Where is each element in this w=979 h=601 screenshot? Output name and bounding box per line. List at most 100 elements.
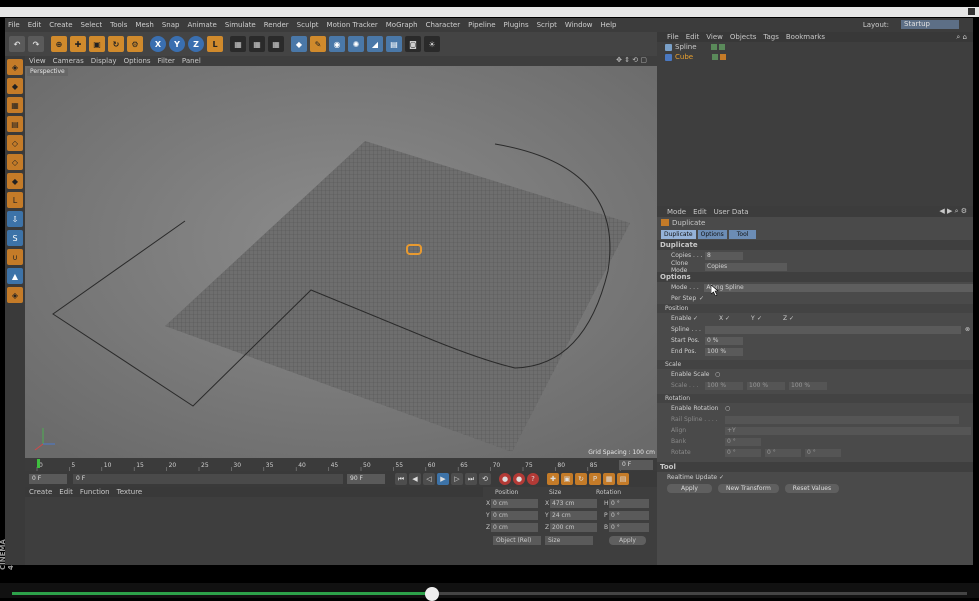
- render-view-icon[interactable]: ▦: [230, 36, 246, 52]
- viewport-menu-panel[interactable]: Panel: [182, 57, 201, 65]
- key-scale-icon[interactable]: ▣: [561, 473, 573, 485]
- spline-link-field[interactable]: [705, 325, 961, 334]
- light-icon[interactable]: ☀: [424, 36, 440, 52]
- coordinate-mode-dropdown[interactable]: Object (Rel): [493, 535, 541, 545]
- rotation-subsection[interactable]: Rotation: [657, 394, 973, 403]
- material-menu-function[interactable]: Function: [80, 488, 110, 496]
- playhead[interactable]: [37, 459, 40, 468]
- rotation-p-field[interactable]: 0 °: [609, 510, 649, 520]
- points-mode-icon[interactable]: ◇: [7, 135, 23, 151]
- enable-rotation-checkbox[interactable]: ○: [725, 405, 730, 412]
- enable-scale-checkbox[interactable]: ○: [715, 371, 720, 378]
- recent-tool-icon[interactable]: ⚙: [127, 36, 143, 52]
- position-subsection[interactable]: Position: [657, 304, 973, 313]
- menu-simulate[interactable]: Simulate: [225, 21, 256, 29]
- menu-character[interactable]: Character: [426, 21, 461, 29]
- workplane-icon[interactable]: ▤: [7, 116, 23, 132]
- scale-subsection[interactable]: Scale: [657, 360, 973, 369]
- pen-icon[interactable]: ✎: [310, 36, 326, 52]
- size-y-field[interactable]: 24 cm: [550, 510, 597, 520]
- menu-mograph[interactable]: MoGraph: [386, 21, 418, 29]
- position-z-field[interactable]: 0 cm: [491, 522, 538, 532]
- menu-window[interactable]: Window: [565, 21, 593, 29]
- menu-script[interactable]: Script: [537, 21, 557, 29]
- viewport-menu-display[interactable]: Display: [91, 57, 117, 65]
- y-axis-icon[interactable]: Y: [169, 36, 185, 52]
- viewport-navigation-icons[interactable]: ✥ ⇕ ⟲ ▢: [616, 56, 647, 64]
- cube-icon[interactable]: ◆: [291, 36, 307, 52]
- edges-mode-icon[interactable]: ◇: [7, 154, 23, 170]
- play-icon[interactable]: ▶: [437, 473, 449, 485]
- keyframe-selection-icon[interactable]: ?: [527, 473, 539, 485]
- objects-menu-view[interactable]: View: [706, 33, 723, 41]
- deformer-icon[interactable]: ◢: [367, 36, 383, 52]
- rotation-b-field[interactable]: 0 °: [609, 522, 649, 532]
- start-pos-field[interactable]: 0 %: [705, 336, 743, 345]
- scale-x-field[interactable]: 100 %: [705, 381, 743, 390]
- rotate-h-field[interactable]: 0 °: [725, 448, 761, 457]
- position-y-field[interactable]: 0 cm: [491, 510, 538, 520]
- prev-key-icon[interactable]: ◀: [409, 473, 421, 485]
- current-frame-field[interactable]: 0 F: [29, 474, 67, 484]
- preview-range-slider[interactable]: 0 F: [73, 474, 343, 484]
- object-flags[interactable]: [712, 54, 728, 60]
- render-settings-icon[interactable]: ▦: [268, 36, 284, 52]
- menu-help[interactable]: Help: [601, 21, 617, 29]
- object-flags[interactable]: [710, 44, 727, 50]
- layout-dropdown[interactable]: Startup: [901, 20, 959, 29]
- material-menu-create[interactable]: Create: [29, 488, 52, 496]
- realtime-update-checkbox[interactable]: ✓: [719, 474, 724, 481]
- objects-menu-tags[interactable]: Tags: [763, 33, 779, 41]
- snap-icon[interactable]: S: [7, 230, 23, 246]
- menu-animate[interactable]: Animate: [187, 21, 216, 29]
- goto-start-icon[interactable]: ⏮: [395, 473, 407, 485]
- object-row-spline[interactable]: Spline: [657, 42, 973, 52]
- clear-link-icon[interactable]: ⊗: [965, 326, 970, 333]
- lock-icon[interactable]: ▲: [7, 268, 23, 284]
- key-pla-icon[interactable]: ▦: [603, 473, 615, 485]
- menu-mesh[interactable]: Mesh: [135, 21, 153, 29]
- reset-values-button[interactable]: Reset Values: [784, 484, 840, 493]
- apply-button[interactable]: Apply: [667, 484, 712, 493]
- texture-mode-icon[interactable]: ▦: [7, 97, 23, 113]
- key-position-icon[interactable]: ✚: [547, 473, 559, 485]
- enable-position-checkbox[interactable]: ✓: [693, 315, 719, 322]
- x-axis-icon[interactable]: X: [150, 36, 166, 52]
- menu-snap[interactable]: Snap: [162, 21, 180, 29]
- menu-sculpt[interactable]: Sculpt: [297, 21, 319, 29]
- next-frame-icon[interactable]: ▷: [451, 473, 463, 485]
- mode-dropdown[interactable]: Along Spline: [704, 283, 973, 292]
- menu-motion-tracker[interactable]: Motion Tracker: [327, 21, 378, 29]
- coordinate-system-icon[interactable]: L: [207, 36, 223, 52]
- key-param-icon[interactable]: P: [589, 473, 601, 485]
- align-dropdown[interactable]: +Y: [725, 426, 971, 435]
- objects-menu-objects[interactable]: Objects: [730, 33, 756, 41]
- tab-tool[interactable]: Tool: [728, 230, 757, 239]
- scale-y-field[interactable]: 100 %: [747, 381, 785, 390]
- loop-icon[interactable]: ⟲: [479, 473, 491, 485]
- camera-label[interactable]: Perspective: [27, 68, 68, 76]
- magnet-icon[interactable]: ∪: [7, 249, 23, 265]
- viewport-menu-options[interactable]: Options: [124, 57, 151, 65]
- viewport[interactable]: Perspective Grid Spacing : 100 cm: [25, 66, 657, 458]
- attr-nav-icons[interactable]: ◀ ▶ ⌕ ⚙: [939, 207, 967, 216]
- rotate-b-field[interactable]: 0 °: [805, 448, 841, 457]
- timeline[interactable]: 051015202530354045505560657075808590 0 F: [25, 458, 657, 471]
- key-rotation-icon[interactable]: ↻: [575, 473, 587, 485]
- attr-menu-mode[interactable]: Mode: [667, 208, 686, 216]
- menu-edit[interactable]: Edit: [28, 21, 42, 29]
- menu-render[interactable]: Render: [264, 21, 289, 29]
- menu-select[interactable]: Select: [81, 21, 103, 29]
- camera-icon[interactable]: ◙: [405, 36, 421, 52]
- coordinates-apply-button[interactable]: Apply: [609, 535, 646, 545]
- model-mode-icon[interactable]: ◆: [7, 78, 23, 94]
- search-icon[interactable]: ⌕ ⌂: [956, 33, 967, 42]
- scale-icon[interactable]: ▣: [89, 36, 105, 52]
- object-row-cube[interactable]: Cube: [657, 52, 973, 62]
- goto-end-icon[interactable]: ⏭: [465, 473, 477, 485]
- position-x-field[interactable]: 0 cm: [491, 498, 538, 508]
- rotation-h-field[interactable]: 0 °: [609, 498, 649, 508]
- menu-tools[interactable]: Tools: [110, 21, 127, 29]
- object-name-spline[interactable]: Spline: [675, 43, 697, 51]
- autokey-icon[interactable]: ●: [513, 473, 525, 485]
